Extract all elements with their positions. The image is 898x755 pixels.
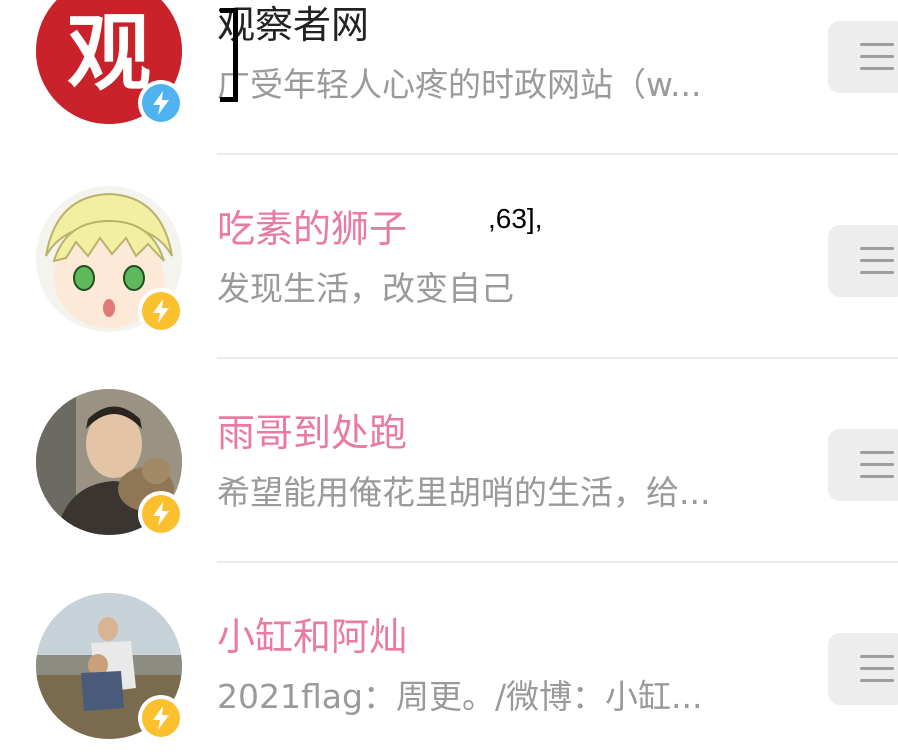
verified-badge — [138, 288, 184, 334]
menu-button[interactable] — [828, 225, 898, 297]
account-description: 2021flag：周更。/微博：小缸... — [217, 677, 703, 716]
avatar[interactable] — [36, 389, 184, 537]
menu-button[interactable] — [828, 429, 898, 501]
avatar[interactable]: 观 — [36, 0, 184, 126]
account-description: 希望能用俺花里胡哨的生活，给... — [217, 473, 711, 512]
verified-badge — [138, 695, 184, 741]
menu-button[interactable] — [828, 21, 898, 93]
account-name[interactable]: 小缸和阿灿 — [217, 614, 407, 660]
list-item[interactable]: 雨哥到处跑 希望能用俺花里胡哨的生活，给... — [0, 359, 898, 561]
list-item[interactable]: 小缸和阿灿 2021flag：周更。/微博：小缸... — [0, 563, 898, 755]
annotation-bracket — [220, 8, 238, 102]
lightning-icon — [153, 299, 169, 323]
account-name[interactable]: 观察者网 — [217, 2, 369, 48]
lightning-icon — [153, 91, 169, 115]
list-item[interactable]: 吃素的狮子 发现生活，改变自己 — [0, 155, 898, 357]
menu-icon — [860, 247, 894, 275]
lightning-icon — [153, 706, 169, 730]
lightning-icon — [153, 502, 169, 526]
menu-icon — [860, 451, 894, 479]
menu-icon — [860, 655, 894, 683]
menu-button[interactable] — [828, 633, 898, 705]
account-name[interactable]: 雨哥到处跑 — [217, 410, 407, 456]
svg-text:观: 观 — [67, 4, 151, 102]
verified-badge — [138, 491, 184, 537]
account-name[interactable]: 吃素的狮子 — [217, 206, 407, 252]
account-description: 广受年轻人心疼的时政网站（w... — [217, 65, 702, 104]
account-description: 发现生活，改变自己 — [217, 269, 514, 308]
list-item[interactable]: 观 观察者网 广受年轻人心疼的时政网站（w... — [0, 0, 898, 153]
avatar[interactable] — [36, 593, 184, 741]
menu-icon — [860, 43, 894, 71]
following-list: 观 观察者网 广受年轻人心疼的时政网站（w... 吃素的狮子 发现生活，改变自己… — [0, 0, 898, 755]
annotation-text: ,63], — [488, 203, 543, 234]
avatar[interactable] — [36, 186, 184, 334]
verified-badge — [138, 80, 184, 126]
